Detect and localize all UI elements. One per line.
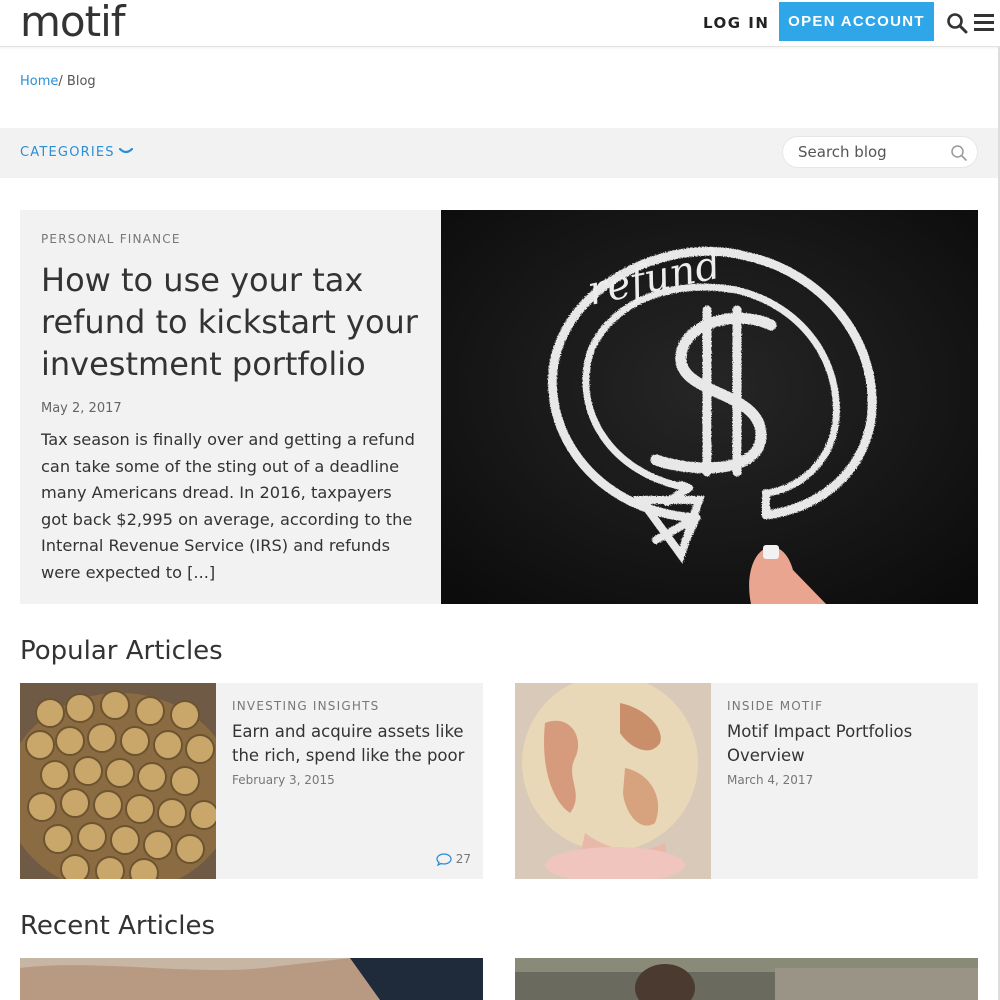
login-link[interactable]: LOG IN	[703, 14, 769, 32]
motif-logo[interactable]: motif	[20, 0, 126, 46]
featured-category[interactable]: PERSONAL FINANCE	[41, 232, 421, 246]
site-header: motif LOG IN OPEN ACCOUNT	[0, 0, 1000, 47]
refund-chalkboard-illustration: refund	[441, 210, 978, 604]
featured-excerpt: Tax season is finally over and getting a…	[41, 430, 415, 582]
featured-image[interactable]: refund	[441, 210, 978, 604]
recent-article-image[interactable]	[515, 958, 978, 1000]
breadcrumb-home-link[interactable]: Home	[20, 74, 58, 89]
breadcrumb-separator: /	[58, 74, 63, 89]
card-body: INVESTING INSIGHTS Earn and acquire asse…	[232, 699, 472, 787]
card-category[interactable]: INVESTING INSIGHTS	[232, 699, 472, 713]
comment-count[interactable]: 27	[436, 852, 471, 866]
article-card[interactable]: INVESTING INSIGHTS Earn and acquire asse…	[20, 683, 483, 879]
categories-label: CATEGORIES	[20, 145, 115, 160]
breadcrumb: Home/ Blog	[20, 74, 96, 89]
featured-title[interactable]: How to use your tax refund to kickstart …	[41, 259, 421, 385]
chevron-down-icon	[118, 148, 133, 154]
comment-bubble-icon	[436, 852, 452, 866]
gold-coins-thumbnail[interactable]	[20, 683, 216, 879]
open-account-button[interactable]: OPEN ACCOUNT	[779, 2, 934, 41]
categories-dropdown[interactable]: CATEGORIES	[20, 145, 133, 160]
blog-search-input[interactable]	[798, 143, 948, 161]
featured-article[interactable]: PERSONAL FINANCE How to use your tax ref…	[20, 210, 978, 604]
card-date: March 4, 2017	[727, 773, 814, 787]
breadcrumb-current: Blog	[66, 74, 96, 89]
card-title[interactable]: Motif Impact Portfolios Overview	[727, 720, 967, 768]
search-icon[interactable]	[950, 144, 968, 162]
search-icon[interactable]	[946, 12, 968, 34]
featured-article-text: PERSONAL FINANCE How to use your tax ref…	[41, 232, 421, 586]
menu-icon[interactable]	[974, 14, 994, 32]
category-bar: CATEGORIES	[0, 128, 998, 178]
card-date: February 3, 2015	[232, 773, 335, 787]
globe-thumbnail[interactable]	[515, 683, 711, 879]
comment-count-value: 27	[455, 852, 471, 866]
card-title[interactable]: Earn and acquire assets like the rich, s…	[232, 720, 472, 768]
card-category[interactable]: INSIDE MOTIF	[727, 699, 967, 713]
featured-date: May 2, 2017	[41, 401, 122, 416]
blog-search	[782, 136, 978, 168]
recent-article-image[interactable]	[20, 958, 483, 1000]
recent-heading: Recent Articles	[20, 911, 216, 941]
card-body: INSIDE MOTIF Motif Impact Portfolios Ove…	[727, 699, 967, 787]
popular-heading: Popular Articles	[20, 636, 223, 666]
article-card[interactable]: INSIDE MOTIF Motif Impact Portfolios Ove…	[515, 683, 978, 879]
